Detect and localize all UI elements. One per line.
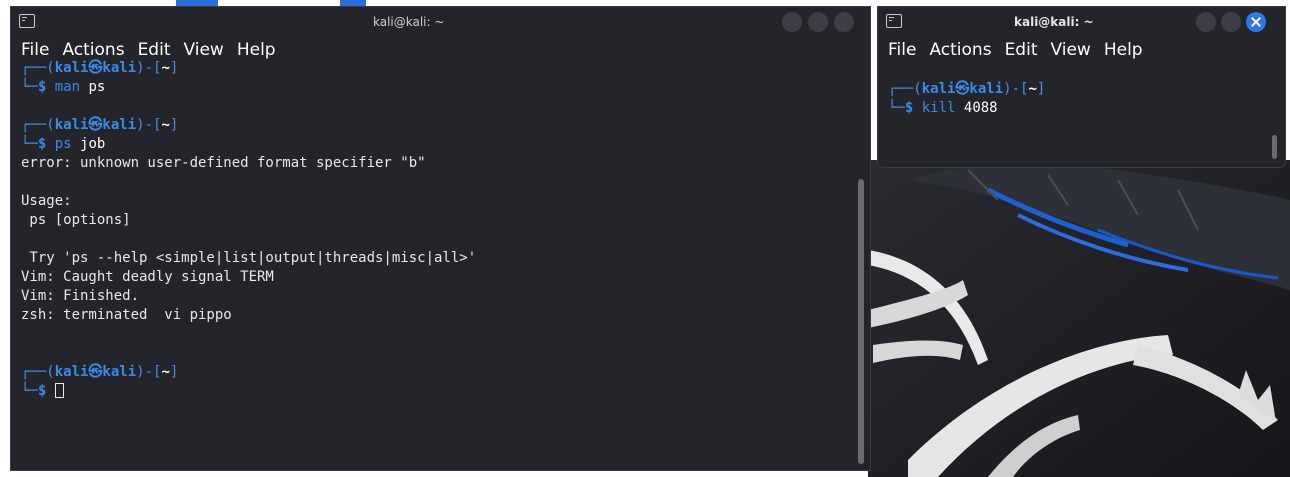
menu-bar: File Actions Edit View Help	[878, 37, 1285, 63]
terminal-line: zsh: terminated vi pippo	[21, 306, 870, 325]
menu-help[interactable]: Help	[1104, 40, 1143, 60]
command-name: ps	[54, 136, 72, 152]
terminal-line: Vim: Finished.	[21, 287, 870, 306]
prompt-frame: )-[	[136, 117, 162, 133]
window-title: kali@kali: ~	[373, 15, 445, 29]
prompt-user: kali㉿kali	[54, 364, 137, 380]
terminal-window-main[interactable]: kali@kali: ~ File Actions Edit View Help…	[10, 6, 871, 471]
text-cursor	[54, 383, 64, 398]
output-text: error: unknown user-defined format speci…	[21, 155, 426, 171]
terminal-output[interactable]: ┌──(kali㉿kali)-[~] └─$ kill 4088	[878, 61, 1285, 118]
terminal-line: Vim: Caught deadly signal TERM	[21, 268, 870, 287]
window-titlebar[interactable]: kali@kali: ~	[11, 7, 870, 37]
terminal-line: ┌──(kali㉿kali)-[~]	[21, 363, 870, 382]
terminal-icon	[19, 14, 35, 28]
terminal-line: ┌──(kali㉿kali)-[~]	[21, 59, 870, 78]
prompt-user: kali㉿kali	[921, 81, 1004, 97]
prompt-frame: ┌──(	[888, 81, 922, 97]
output-text: zsh: terminated vi pippo	[21, 307, 232, 323]
terminal-line: └─$ man ps	[21, 78, 870, 97]
output-text: Try 'ps --help <simple|list|output|threa…	[21, 250, 477, 266]
prompt-frame: )-[	[136, 60, 162, 76]
prompt-frame: ┌──(	[21, 117, 55, 133]
menu-actions[interactable]: Actions	[929, 40, 991, 60]
terminal-line: ┌──(kali㉿kali)-[~]	[888, 80, 1285, 99]
menu-edit[interactable]: Edit	[138, 40, 171, 60]
menu-file[interactable]: File	[888, 40, 916, 60]
command-arg: 4088	[963, 100, 998, 116]
scrollbar-thumb[interactable]	[1272, 135, 1277, 159]
minimize-button[interactable]	[782, 12, 802, 32]
terminal-line: └─$	[21, 382, 870, 401]
maximize-button[interactable]	[808, 12, 828, 32]
prompt-frame: ]	[1036, 81, 1046, 97]
prompt-dollar: $	[37, 383, 47, 399]
window-titlebar[interactable]: kali@kali: ~	[878, 7, 1285, 37]
prompt-dir: ~	[161, 60, 170, 76]
menu-actions[interactable]: Actions	[62, 40, 124, 60]
command-arg: ps	[88, 79, 106, 95]
prompt-dir: ~	[1028, 81, 1037, 97]
output-text: Usage:	[21, 193, 72, 209]
wallpaper-graphic	[868, 160, 1290, 477]
prompt-frame: ]	[169, 364, 179, 380]
output-text: Vim: Caught deadly signal TERM	[21, 269, 274, 285]
prompt-dollar: $	[37, 136, 47, 152]
menu-view[interactable]: View	[1050, 40, 1090, 60]
scrollbar-thumb[interactable]	[858, 179, 864, 464]
window-title: kali@kali: ~	[1014, 15, 1094, 29]
prompt-frame: └─	[21, 136, 38, 152]
prompt-dir: ~	[161, 364, 170, 380]
prompt-frame: └─	[21, 383, 38, 399]
menu-edit[interactable]: Edit	[1005, 40, 1038, 60]
prompt-frame: ]	[169, 117, 179, 133]
prompt-frame: )-[	[136, 364, 162, 380]
prompt-dir: ~	[161, 117, 170, 133]
prompt-frame: └─	[888, 100, 905, 116]
prompt-frame: ┌──(	[21, 364, 55, 380]
command-name: kill	[921, 100, 956, 116]
kali-dragon-wallpaper	[868, 160, 1290, 477]
output-text: ps [options]	[21, 212, 131, 228]
terminal-line: └─$ kill 4088	[888, 99, 1285, 118]
menu-help[interactable]: Help	[237, 40, 276, 60]
minimize-button[interactable]	[1196, 12, 1216, 32]
terminal-window-secondary[interactable]: kali@kali: ~ File Actions Edit View Help…	[877, 6, 1286, 168]
terminal-line: error: unknown user-defined format speci…	[21, 154, 870, 173]
output-text: Vim: Finished.	[21, 288, 140, 304]
prompt-frame: )-[	[1003, 81, 1029, 97]
prompt-dollar: $	[37, 79, 47, 95]
terminal-line: Usage:	[21, 192, 870, 211]
terminal-line: └─$ ps job	[21, 135, 870, 154]
terminal-line: Try 'ps --help <simple|list|output|threa…	[21, 249, 870, 268]
close-button[interactable]	[834, 12, 854, 32]
prompt-frame: └─	[21, 79, 38, 95]
prompt-user: kali㉿kali	[54, 117, 137, 133]
menu-file[interactable]: File	[21, 40, 49, 60]
command-name: man	[54, 79, 81, 95]
prompt-dollar: $	[904, 100, 914, 116]
prompt-frame: ]	[169, 60, 179, 76]
maximize-button[interactable]	[1221, 12, 1241, 32]
terminal-icon	[886, 14, 902, 28]
prompt-frame: ┌──(	[21, 60, 55, 76]
desktop: kali@kali: ~ File Actions Edit View Help…	[0, 0, 1290, 477]
terminal-output[interactable]: ┌──(kali㉿kali)-[~] └─$ man ps ┌──(kali㉿ka…	[11, 59, 870, 401]
menu-view[interactable]: View	[183, 40, 223, 60]
terminal-line: ┌──(kali㉿kali)-[~]	[21, 116, 870, 135]
command-arg: job	[80, 136, 106, 152]
prompt-user: kali㉿kali	[54, 60, 137, 76]
terminal-line: ps [options]	[21, 211, 870, 230]
close-button[interactable]	[1246, 12, 1266, 32]
